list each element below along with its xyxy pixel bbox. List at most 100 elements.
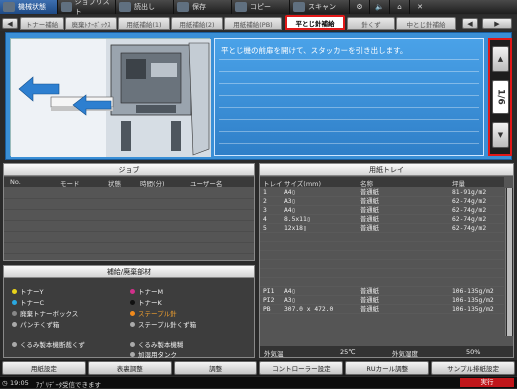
supply-status-icon (130, 341, 135, 347)
humidity-label: 外気湿度 (392, 350, 418, 358)
tray-size: A4▯ (284, 189, 296, 196)
volume-button[interactable]: 🔈 (370, 0, 390, 14)
tray-weight: 106-135g/m2 (452, 288, 494, 295)
supply-status-icon (130, 310, 135, 316)
scan-button[interactable]: スキャン (290, 0, 350, 14)
tray-row[interactable] (260, 242, 504, 251)
tray-id: PB (263, 306, 271, 313)
close-button[interactable]: ✕ (410, 0, 430, 14)
settings-button[interactable]: ⚙ (350, 0, 370, 14)
sample-output-setting-button[interactable]: サンプル排紙設定 (431, 361, 515, 375)
tray-weight: 81-91g/m2 (452, 189, 487, 196)
tray-row[interactable] (260, 260, 504, 269)
tray-row[interactable]: 3 A4▯ 普通紙 62-74g/m2 (260, 206, 504, 215)
tray-weight: 106-135g/m2 (452, 297, 494, 304)
supply-label: 加湿用タンク (138, 351, 177, 359)
supply-item: トナーY (12, 286, 43, 296)
stacker-diagram-image (11, 39, 211, 157)
tray-row[interactable] (260, 251, 504, 260)
printer-icon (3, 2, 15, 12)
tray-row[interactable]: PI2 A3▯ 普通紙 106-135g/m2 (260, 296, 504, 305)
tray-row[interactable]: PI1 A4▯ 普通紙 106-135g/m2 (260, 287, 504, 296)
tray-weight: 62-74g/m2 (452, 225, 487, 232)
chevron-left-icon: ◀ (467, 19, 473, 28)
status-time: 19:05 (10, 379, 29, 387)
list-icon (61, 2, 72, 12)
triangle-up-icon: ▲ (497, 55, 504, 63)
tray-paper-name: 普通紙 (360, 288, 379, 295)
tray-row[interactable]: 5 12x18▯ 普通紙 62-74g/m2 (260, 224, 504, 233)
tray-scroll-thumb[interactable] (507, 188, 512, 336)
chevron-left-icon: ◀ (7, 19, 13, 28)
speaker-icon: 🔈 (375, 3, 384, 11)
controller-setting-button[interactable]: コントローラー設定 (259, 361, 344, 375)
close-icon: ✕ (417, 3, 423, 11)
supply-label: トナーY (20, 288, 44, 296)
supply-item: 加湿用タンク (130, 349, 177, 359)
tabs-prev-button[interactable]: ◀ (2, 18, 18, 29)
tray-row[interactable] (260, 233, 504, 242)
supply-status-icon (12, 341, 17, 347)
tab-paper-pb[interactable]: 用紙補給(PB) (224, 17, 282, 30)
tray-row[interactable] (260, 269, 504, 278)
save-icon (177, 2, 189, 12)
guidance-message: 平とじ機の前扉を開けて、スタッカーを引き出します。 (221, 46, 408, 55)
tabs-right-button[interactable]: ▶ (482, 18, 512, 29)
supply-item: くるみ製本機断裁くず (12, 339, 85, 349)
tabs-left-button[interactable]: ◀ (462, 18, 478, 29)
home-button[interactable]: ⌂ (390, 0, 410, 14)
tray-id: 5 (263, 225, 267, 232)
supply-label: トナーK (138, 299, 162, 307)
read-out-button[interactable]: 読出し (116, 0, 174, 14)
tab-waste-toner-box[interactable]: 廃棄ﾄﾅｰﾎﾞｯｸｽ (65, 17, 117, 30)
tab-staple-waste[interactable]: 針くず (347, 17, 395, 30)
tray-size: 8.5x11▯ (284, 216, 311, 223)
tray-id: 3 (263, 207, 267, 214)
supply-tabs: ◀ トナー補給 廃棄ﾄﾅｰﾎﾞｯｸｽ 用紙補給(1) 用紙補給(2) 用紙補給(… (0, 15, 517, 31)
tab-toner[interactable]: トナー補給 (20, 17, 64, 30)
copy-button[interactable]: コピー (232, 0, 290, 14)
tray-row[interactable]: PB 307.0 x 472.0 普通紙 106-135g/m2 (260, 305, 504, 314)
tab-flat-staple[interactable]: 平とじ針補給 (285, 15, 345, 30)
tray-size: 307.0 x 472.0 (284, 306, 334, 313)
staple-unit-illustration (10, 38, 211, 157)
job-list[interactable] (4, 188, 254, 260)
supply-item: トナーM (130, 286, 163, 296)
page-down-button[interactable]: ▼ (492, 122, 509, 148)
bottom-buttons: 用紙設定 表裏調整 調整 コントローラー設定 RUカール調整 サンプル排紙設定 (0, 360, 517, 376)
scan-icon (293, 2, 305, 12)
supply-item: ステープル針くず箱 (130, 319, 196, 329)
tab-paper-1[interactable]: 用紙補給(1) (118, 17, 170, 30)
tray-weight: 106-135g/m2 (452, 306, 494, 313)
paper-setting-button[interactable]: 用紙設定 (2, 361, 86, 375)
supply-status-icon (130, 351, 135, 357)
tray-scrollbar[interactable] (505, 188, 513, 336)
job-panel-title: ジョブ (3, 163, 255, 176)
tab-saddle-staple[interactable]: 中とじ針補給 (396, 17, 456, 30)
ru-curl-adjust-button[interactable]: RUカール調整 (345, 361, 430, 375)
tray-paper-name: 普通紙 (360, 198, 379, 205)
machine-status-button[interactable]: 機械状態 (0, 0, 58, 14)
adjust-button[interactable]: 調整 (173, 361, 258, 375)
tab-paper-2[interactable]: 用紙補給(2) (171, 17, 223, 30)
front-back-adjust-button[interactable]: 表裏調整 (87, 361, 172, 375)
tray-list: 1 A4▯ 普通紙 81-91g/m2 2 A3▯ 普通紙 62-74g/m2 3 A4▯ 普通紙 6… (260, 188, 504, 336)
page-indicator: 1/6 (492, 80, 509, 114)
tray-paper-name: 普通紙 (360, 225, 379, 232)
page-up-button[interactable]: ▲ (492, 46, 509, 72)
tray-row[interactable]: 1 A4▯ 普通紙 81-91g/m2 (260, 188, 504, 197)
save-button[interactable]: 保存 (174, 0, 232, 14)
execute-badge[interactable]: 実行 (460, 378, 514, 387)
gear-icon: ⚙ (356, 3, 363, 11)
job-list-button[interactable]: ジョブリスト (58, 0, 116, 16)
tray-size: 12x18▯ (284, 225, 307, 232)
supply-label: パンチくず箱 (20, 321, 60, 329)
tray-row[interactable] (260, 278, 504, 287)
tray-table-header: トレイ サイズ(mm) 名称 坪量 (260, 177, 504, 188)
supplies-panel-title: 補給/廃棄部材 (3, 265, 255, 278)
tray-row[interactable]: 2 A3▯ 普通紙 62-74g/m2 (260, 197, 504, 206)
status-bar: ◷ 19:05 ｱﾌﾟﾘﾃﾞｰﾀ受信できます 実行 (0, 377, 517, 389)
supply-status-icon (12, 321, 17, 327)
temperature-label: 外気温 (264, 350, 284, 358)
tray-row[interactable]: 4 8.5x11▯ 普通紙 62-74g/m2 (260, 215, 504, 224)
